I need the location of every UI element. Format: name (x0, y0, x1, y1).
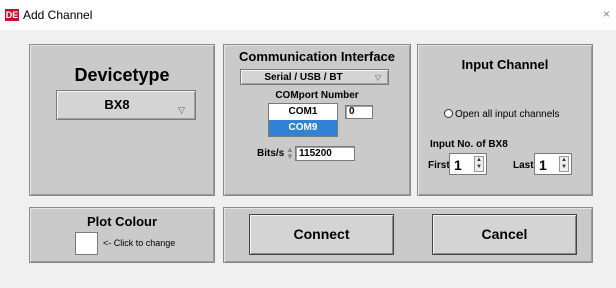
input-channel-heading: Input Channel (461, 57, 549, 72)
chevron-down-icon: ▽ (374, 73, 381, 82)
bits-spinner-icon[interactable]: ▲ ▼ (286, 146, 294, 161)
first-input-label: First (428, 160, 450, 171)
port-number-field[interactable]: 0 (345, 105, 373, 119)
first-input-value: 1 (454, 157, 462, 173)
window-title: Add Channel (23, 8, 93, 22)
action-buttons-panel: Connect Cancel (223, 207, 593, 263)
plot-colour-heading: Plot Colour (86, 214, 158, 229)
bits-per-second-label: Bits/s (257, 148, 285, 159)
plot-colour-panel: Plot Colour <- Click to change (29, 207, 215, 263)
first-input-stepper[interactable]: 1 ▲ ▼ (449, 153, 487, 175)
open-all-channels-option[interactable]: Open all input channels (444, 109, 560, 120)
devicetype-panel: Devicetype BX8 ▽ (29, 44, 215, 196)
communication-interface-panel: Communication Interface Serial / USB / B… (223, 44, 411, 196)
input-channel-panel: Input Channel Open all input channels In… (417, 44, 593, 196)
devicetype-select[interactable]: BX8 ▽ (56, 90, 196, 120)
communication-interface-heading: Communication Interface (238, 49, 396, 64)
open-all-channels-label: Open all input channels (455, 109, 560, 120)
devicetype-heading: Devicetype (74, 65, 170, 85)
input-number-label: Input No. of BX8 (430, 139, 508, 150)
comport-option-com1[interactable]: COM1 (269, 104, 337, 120)
radio-button-icon[interactable] (444, 109, 453, 118)
plot-colour-swatch[interactable] (75, 232, 98, 255)
stepper-arrows-icon[interactable]: ▲ ▼ (474, 156, 484, 172)
last-input-value: 1 (539, 157, 547, 173)
comport-number-label: COMport Number (275, 90, 359, 101)
devicetype-value: BX8 (104, 97, 130, 112)
last-input-label: Last (513, 160, 534, 171)
connect-button[interactable]: Connect (249, 214, 394, 255)
app-logo-icon: DE (5, 9, 19, 21)
stepper-arrows-icon[interactable]: ▲ ▼ (559, 156, 569, 172)
comport-option-com9[interactable]: COM9 (269, 120, 337, 136)
interface-select[interactable]: Serial / USB / BT ▽ (240, 69, 389, 85)
interface-value: Serial / USB / BT (264, 72, 343, 83)
chevron-down-icon: ▽ (178, 105, 185, 115)
close-icon[interactable]: × (603, 7, 610, 21)
last-input-stepper[interactable]: 1 ▲ ▼ (534, 153, 572, 175)
title-bar: DE Add Channel × (0, 0, 616, 30)
comport-dropdown-list: COM1 COM9 (268, 103, 338, 137)
plot-colour-hint: <- Click to change (103, 238, 176, 248)
baud-rate-field[interactable]: 115200 (295, 146, 355, 161)
cancel-button[interactable]: Cancel (432, 214, 577, 255)
